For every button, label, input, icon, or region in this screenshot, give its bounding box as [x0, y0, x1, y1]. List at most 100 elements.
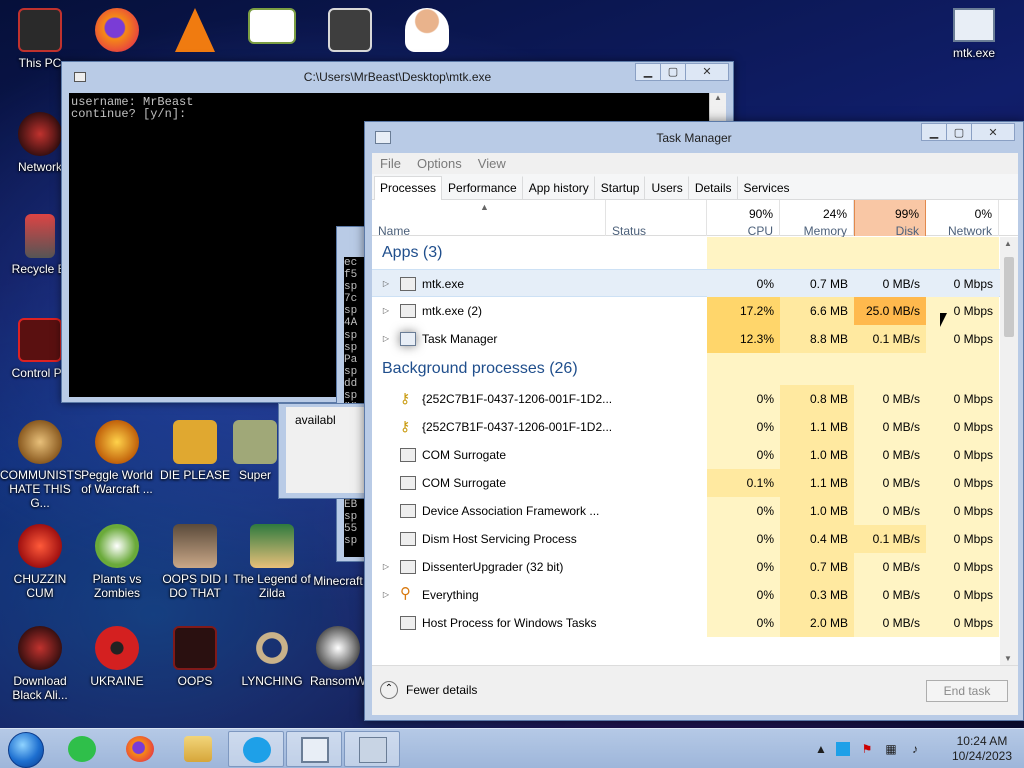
expand-arrow-icon[interactable]: ▷: [382, 581, 390, 609]
expand-arrow-icon[interactable]: ▷: [382, 297, 390, 325]
cpu-value: 0%: [707, 497, 780, 525]
taskbar-app-console[interactable]: [286, 731, 342, 767]
scroll-up-arrow-icon[interactable]: ▲: [713, 93, 723, 107]
close-button[interactable]: ✕: [685, 63, 729, 81]
desktop-icon-oops[interactable]: OOPS: [155, 626, 235, 688]
column-header-cpu[interactable]: 90% CPU: [707, 200, 780, 238]
tab-details[interactable]: Details: [689, 176, 738, 199]
desktop-icon-maze[interactable]: [310, 8, 390, 56]
expand-arrow-icon[interactable]: ▷: [382, 270, 390, 298]
end-task-button[interactable]: End task: [926, 680, 1008, 702]
fewer-details-button[interactable]: ⌃ Fewer details: [380, 681, 477, 699]
desktop-icon-die-please[interactable]: DIE PLEASE: [155, 420, 235, 482]
table-row[interactable]: ▷ DissenterUpgrader (32 bit) 0% 0.7 MB 0 MB/…: [372, 553, 1018, 581]
taskbar-app-explorer[interactable]: [170, 731, 226, 767]
menu-options[interactable]: Options: [409, 156, 470, 171]
column-header-network[interactable]: 0% Network: [926, 200, 999, 238]
desktop-icon-peggle[interactable]: Peggle World of Warcraft ...: [77, 420, 157, 496]
desktop-icon-label: RansomW: [310, 674, 366, 688]
table-row[interactable]: ▷ ⚲ Everything 0% 0.3 MB 0 MB/s 0 Mbps: [372, 581, 1018, 609]
tray-flag-icon[interactable]: ⚑: [860, 742, 874, 756]
table-row[interactable]: Device Association Framework ... 0% 1.0 MB…: [372, 497, 1018, 525]
menu-file[interactable]: File: [372, 156, 409, 171]
expand-arrow-icon[interactable]: ▷: [382, 553, 390, 581]
taskbar-app-green[interactable]: [54, 731, 110, 767]
process-list-scrollbar[interactable]: ▲ ▼: [1000, 237, 1018, 665]
tray-overflow-icon[interactable]: ▲: [814, 742, 828, 756]
tab-processes[interactable]: Processes: [374, 176, 443, 200]
heat-cell: [780, 353, 854, 385]
desktop-icon-ransomware[interactable]: RansomW: [310, 626, 366, 688]
expand-arrow-icon[interactable]: ▷: [382, 325, 390, 353]
scroll-up-arrow-icon[interactable]: ▲: [1004, 239, 1012, 248]
desktop-icon-plants-vs-zombies[interactable]: Plants vs Zombies: [77, 524, 157, 600]
table-row[interactable]: ▷ Task Manager 12.3% 8.8 MB 0.1 MB/s 0 Mbps: [372, 325, 1018, 353]
mouse-cursor-icon: [940, 313, 947, 327]
desktop-icon-oops-did-i[interactable]: OOPS DID I DO THAT: [155, 524, 235, 600]
table-row[interactable]: ▷ mtk.exe 0% 0.7 MB 0 MB/s 0 Mbps: [372, 269, 1018, 298]
tab-performance[interactable]: Performance: [442, 176, 523, 199]
minimize-button[interactable]: ▁: [635, 63, 661, 81]
sort-up-arrow-icon: ▲: [480, 202, 489, 212]
clock-date: 10/24/2023: [951, 749, 1012, 763]
process-name: Device Association Framework ...: [422, 504, 600, 518]
close-button[interactable]: ✕: [971, 123, 1015, 141]
maximize-button[interactable]: ▢: [946, 123, 972, 141]
desktop-icon-legend-of-zilda[interactable]: The Legend of Zilda: [232, 524, 312, 600]
desktop-icon-lynching[interactable]: LYNCHING: [232, 626, 312, 688]
console-titlebar[interactable]: C:\Users\MrBeast\Desktop\mtk.exe ▁ ▢ ✕: [62, 62, 733, 92]
desktop-icon-mtk[interactable]: mtk.exe: [934, 8, 1014, 60]
desktop-icon-doctor[interactable]: [387, 8, 467, 56]
volume-icon[interactable]: ♪: [908, 742, 922, 756]
desktop-icon-label: Download Black Ali...: [12, 674, 68, 702]
maximize-button[interactable]: ▢: [660, 63, 686, 81]
tab-startup[interactable]: Startup: [595, 176, 646, 199]
column-header-memory[interactable]: 24% Memory: [780, 200, 854, 238]
desktop-icon-vlc[interactable]: [155, 8, 235, 56]
process-name: Dism Host Servicing Process: [422, 532, 577, 546]
column-header-name[interactable]: ▲ Name: [372, 200, 606, 238]
window-app-icon: [400, 277, 416, 291]
desktop-icon-minecraft[interactable]: Minecraft: [310, 574, 366, 588]
clock[interactable]: 10:24 AM 10/24/2023: [952, 734, 1012, 764]
column-header-disk[interactable]: 99% Disk: [854, 200, 926, 238]
table-row[interactable]: COM Surrogate 0.1% 1.1 MB 0 MB/s 0 Mbps: [372, 469, 1018, 497]
taskbar-app-firefox[interactable]: [112, 731, 168, 767]
taskbar-app-skype[interactable]: [228, 731, 284, 767]
memory-value: 2.0 MB: [780, 609, 854, 637]
table-row[interactable]: Host Process for Windows Tasks 0% 2.0 MB 0 …: [372, 609, 1018, 637]
desktop-icon-ukraine[interactable]: UKRAINE: [77, 626, 157, 688]
window-app-icon: [400, 448, 416, 462]
scrollbar-thumb[interactable]: [1004, 257, 1014, 337]
disk-value: 0 MB/s: [854, 413, 926, 441]
tab-app-history[interactable]: App history: [523, 176, 595, 199]
table-row[interactable]: COM Surrogate 0% 1.0 MB 0 MB/s 0 Mbps: [372, 441, 1018, 469]
desktop-icon-label: DIE PLEASE: [159, 468, 231, 482]
desktop-icon-super[interactable]: Super: [232, 420, 278, 482]
task-manager-titlebar[interactable]: Task Manager ▁ ▢ ✕: [365, 122, 1023, 152]
desktop-icon-firefox[interactable]: [77, 8, 157, 56]
task-manager-caption-buttons: ▁ ▢ ✕: [921, 123, 1015, 141]
network-icon[interactable]: ▦: [884, 742, 898, 756]
taskbar-app-task-manager[interactable]: [344, 731, 400, 767]
tab-services[interactable]: Services: [738, 176, 796, 199]
table-row[interactable]: Dism Host Servicing Process 0% 0.4 MB 0.1 M…: [372, 525, 1018, 553]
desktop-icon-communists[interactable]: COMMUNISTS HATE THIS G...: [0, 420, 82, 510]
table-row[interactable]: ▷ mtk.exe (2) 17.2% 6.6 MB 25.0 MB/s 0 Mbps: [372, 297, 1018, 325]
tray-app-icon[interactable]: [836, 742, 850, 756]
table-row[interactable]: ⚷ {252C7B1F-0437-1206-001F-1D2... 0% 0.8 MB…: [372, 385, 1018, 413]
desktop-icon-chuzzin[interactable]: CHUZZIN CUM: [0, 524, 80, 600]
column-header-status[interactable]: Status: [606, 200, 707, 238]
heat-cell: [854, 353, 926, 385]
scroll-down-arrow-icon[interactable]: ▼: [1004, 654, 1012, 663]
minimize-button[interactable]: ▁: [921, 123, 947, 141]
table-row[interactable]: ⚷ {252C7B1F-0437-1206-001F-1D2... 0% 1.1 MB…: [372, 413, 1018, 441]
menu-view[interactable]: View: [470, 156, 514, 171]
desktop-icon-download-black[interactable]: Download Black Ali...: [0, 626, 80, 702]
task-manager-window[interactable]: Task Manager ▁ ▢ ✕ File Options View Pro…: [364, 121, 1024, 721]
background-dialog-window[interactable]: availabl: [278, 403, 366, 499]
start-button[interactable]: [8, 732, 44, 768]
desktop-icon-hxd[interactable]: [232, 8, 312, 48]
cpu-value: 12.3%: [707, 325, 780, 353]
tab-users[interactable]: Users: [645, 176, 689, 199]
